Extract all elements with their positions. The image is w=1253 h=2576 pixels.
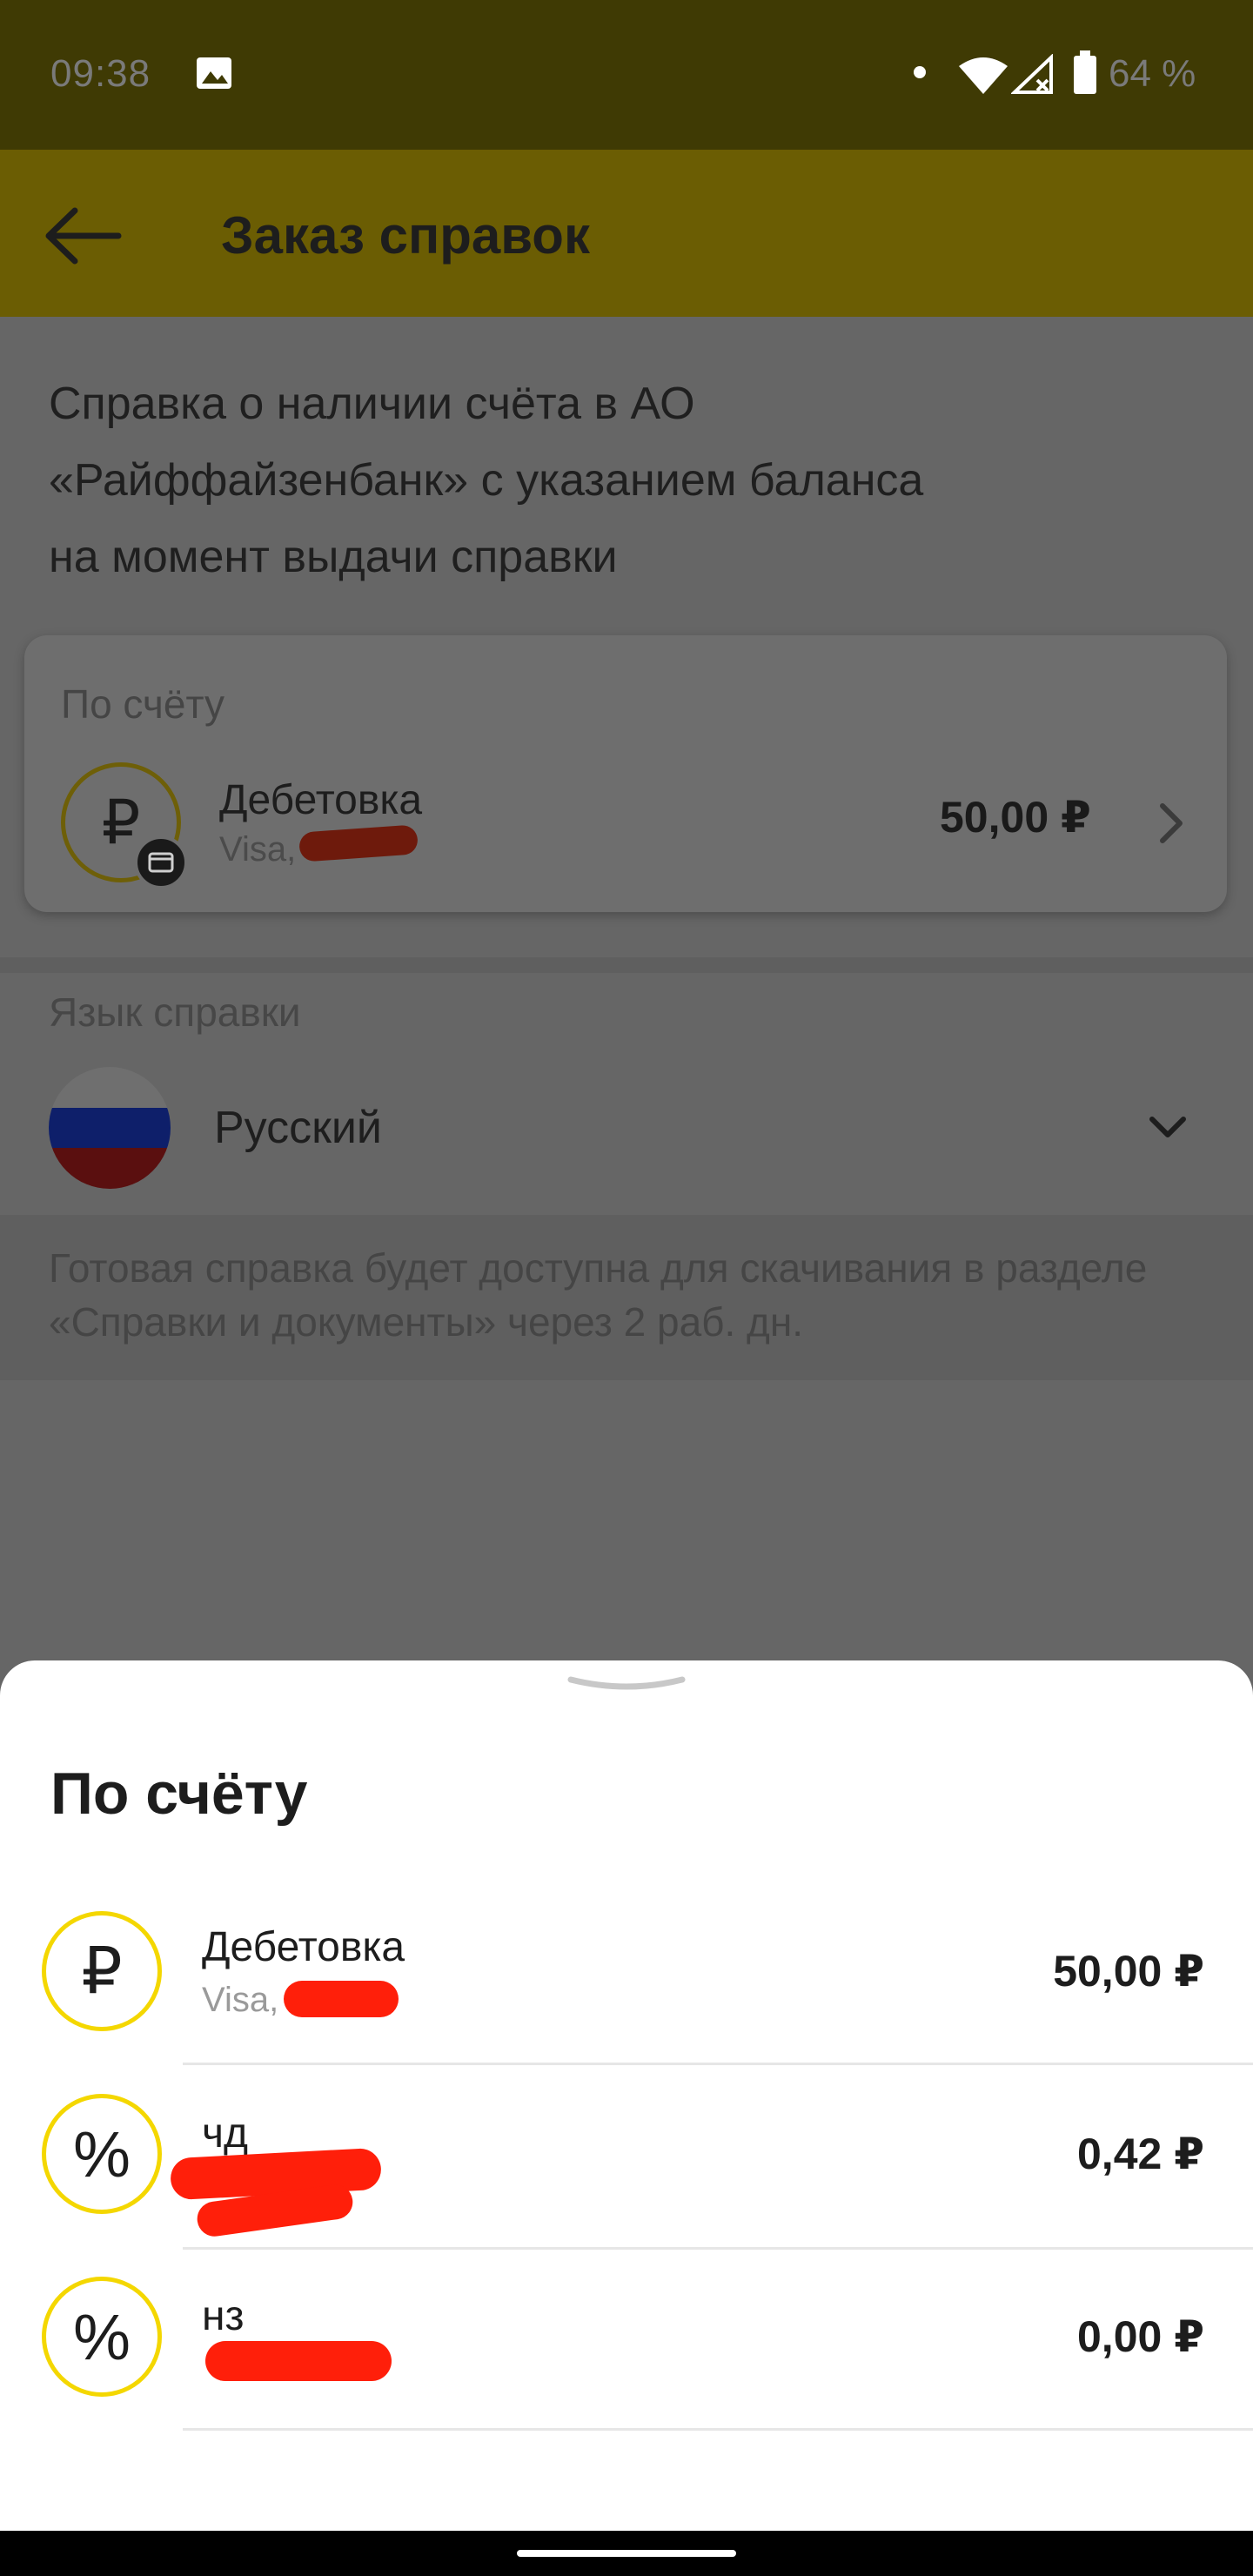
notification-dot-icon xyxy=(914,66,926,78)
redaction-mark xyxy=(205,2341,392,2381)
page-title: Заказ справок xyxy=(221,206,590,265)
chevron-right-icon xyxy=(1160,803,1183,843)
percent-icon: % xyxy=(42,2277,162,2397)
option-balance: 0,00 ₽ xyxy=(1077,2312,1204,2361)
account-label: По счёту xyxy=(61,681,225,727)
chevron-down-icon[interactable] xyxy=(1142,1105,1194,1149)
status-time: 09:38 xyxy=(50,52,151,95)
account-name: Дебетовка xyxy=(219,777,423,823)
account-number: Visa, xyxy=(219,830,297,869)
row-divider xyxy=(183,2247,1253,2250)
language-value[interactable]: Русский xyxy=(214,1102,382,1154)
percent-icon: % xyxy=(42,2094,162,2214)
section-divider xyxy=(0,957,1253,973)
back-arrow-icon[interactable] xyxy=(44,205,122,266)
redaction-mark xyxy=(284,1981,399,2017)
wifi-icon xyxy=(959,57,1008,94)
ruble-icon: ₽ xyxy=(42,1911,162,2031)
home-gesture-pill[interactable] xyxy=(517,2550,736,2557)
cell-signal-icon xyxy=(1011,54,1053,94)
sheet-handle[interactable] xyxy=(566,1671,687,1697)
account-selector-card[interactable] xyxy=(24,635,1227,912)
option-name: нз xyxy=(202,2293,245,2339)
availability-note: Готовая справка будет доступна для скачи… xyxy=(49,1245,1148,1345)
certificate-description: Справка о наличии счёта в АО «Райффайзен… xyxy=(49,379,924,582)
battery-icon xyxy=(1074,50,1096,94)
status-bar xyxy=(0,0,1253,150)
sheet-title: По счёту xyxy=(50,1761,308,1827)
option-balance: 0,42 ₽ xyxy=(1077,2130,1204,2178)
image-notification-icon xyxy=(197,57,231,89)
battery-percent: 64 % xyxy=(1109,52,1196,95)
option-balance: 50,00 ₽ xyxy=(1053,1947,1204,1996)
russian-flag-icon xyxy=(49,1067,171,1189)
option-name: Дебетовка xyxy=(202,1924,405,1970)
language-label: Язык справки xyxy=(49,989,301,1035)
option-number: Visa, xyxy=(202,1981,279,2019)
card-badge-icon xyxy=(134,835,188,889)
account-balance: 50,00 ₽ xyxy=(940,793,1091,842)
row-divider xyxy=(183,2428,1253,2431)
option-name: чд xyxy=(202,2110,249,2157)
app-bar xyxy=(0,150,1253,317)
row-divider xyxy=(183,2063,1253,2065)
